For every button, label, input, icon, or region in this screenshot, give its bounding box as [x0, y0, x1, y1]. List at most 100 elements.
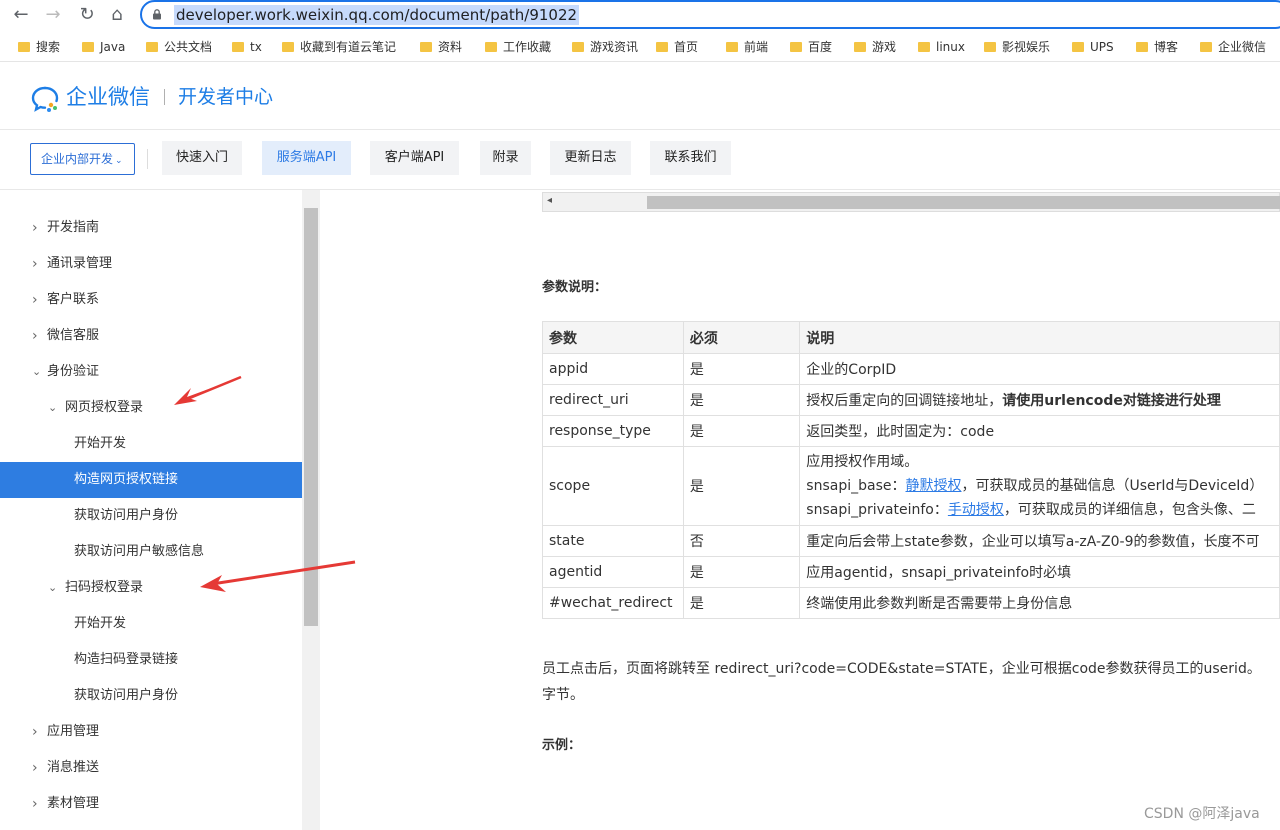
- sidebar-item-label: 构造网页授权链接: [74, 472, 179, 487]
- address-bar[interactable]: developer.work.weixin.qq.com/document/pa…: [140, 0, 1280, 29]
- sidebar-scrollbar-thumb[interactable]: [304, 208, 318, 626]
- scrollbar-thumb[interactable]: [647, 196, 1280, 209]
- bookmark-label: 资料: [438, 40, 463, 54]
- sidebar-item[interactable]: 构造网页授权链接: [0, 462, 302, 498]
- chevron-down-icon[interactable]: ⌄: [48, 570, 58, 606]
- scroll-left-icon[interactable]: ◂: [547, 195, 552, 206]
- bookmark-item[interactable]: 游戏: [854, 38, 896, 56]
- chevron-right-icon[interactable]: ›: [32, 210, 42, 246]
- sidebar-item[interactable]: › 客户联系: [0, 282, 302, 318]
- sidebar-item[interactable]: 获取访问用户敏感信息: [0, 534, 302, 570]
- brand-name[interactable]: 企业微信: [66, 84, 150, 110]
- reload-icon[interactable]: ↻: [76, 4, 98, 26]
- nav-tab[interactable]: 联系我们: [650, 141, 731, 175]
- scope-private-line: snsapi_privateinfo：手动授权，可获取成员的详细信息，包含头像、…: [806, 498, 1273, 522]
- category-dropdown[interactable]: 企业内部开发 ⌄: [30, 143, 135, 175]
- code-block-scrollbar[interactable]: ◂: [542, 192, 1280, 212]
- manual-auth-link[interactable]: 手动授权: [948, 502, 1004, 518]
- lock-icon: [153, 9, 161, 20]
- divider: [147, 149, 148, 169]
- bookmark-item[interactable]: 资料: [420, 38, 462, 56]
- scope-private-prefix: snsapi_privateinfo：: [806, 502, 948, 518]
- bookmark-item[interactable]: 首页: [656, 38, 698, 56]
- example-heading: 示例：: [542, 738, 582, 753]
- redirect-description: 员工点击后，页面将跳转至 redirect_uri?code=CODE&stat…: [542, 656, 1280, 708]
- chevron-down-icon[interactable]: ⌄: [48, 390, 58, 426]
- chevron-right-icon[interactable]: ›: [32, 246, 42, 282]
- bookmark-item[interactable]: 前端: [726, 38, 768, 56]
- chevron-right-icon[interactable]: ›: [32, 318, 42, 354]
- required-cell: 是: [682, 384, 801, 416]
- chevron-right-icon[interactable]: ›: [32, 786, 42, 822]
- sidebar-item[interactable]: 开始开发: [0, 606, 302, 642]
- chevron-right-icon[interactable]: ›: [32, 714, 42, 750]
- sidebar-item[interactable]: › 开发指南: [0, 210, 302, 246]
- bookmark-item[interactable]: 工作收藏: [485, 38, 551, 56]
- sidebar-item[interactable]: ⌄ 网页授权登录: [0, 390, 302, 426]
- table-header-row: 参数 必须 说明: [542, 321, 1280, 354]
- bookmark-item[interactable]: 企业微信: [1200, 38, 1266, 56]
- sidebar-item[interactable]: › 微信客服: [0, 318, 302, 354]
- scope-base-prefix: snsapi_base：: [806, 478, 906, 494]
- nav-tab[interactable]: 客户端API: [370, 141, 459, 175]
- sidebar-item[interactable]: 构造扫码登录链接: [0, 642, 302, 678]
- param-cell: appid: [542, 353, 684, 385]
- nav-tab[interactable]: 更新日志: [550, 141, 631, 175]
- chevron-right-icon[interactable]: ›: [32, 750, 42, 786]
- sidebar-item[interactable]: › 应用管理: [0, 714, 302, 750]
- param-cell: #wechat_redirect: [542, 587, 684, 619]
- sidebar-item[interactable]: › 素材管理: [0, 786, 302, 822]
- folder-icon: [1136, 42, 1148, 52]
- home-icon[interactable]: ⌂: [106, 4, 128, 26]
- table-row: scope 是 应用授权作用域。 snsapi_base：静默授权，可获取成员的…: [542, 446, 1280, 526]
- sidebar-item[interactable]: › 消息推送: [0, 750, 302, 786]
- folder-icon: [726, 42, 738, 52]
- bookmark-item[interactable]: Java: [82, 38, 125, 56]
- bookmark-label: 收藏到有道云笔记: [300, 40, 397, 54]
- chevron-right-icon[interactable]: ›: [32, 282, 42, 318]
- bookmark-label: tx: [250, 40, 262, 54]
- desc-cell: 企业的CorpID: [799, 353, 1280, 385]
- back-icon[interactable]: ←: [10, 4, 32, 26]
- sidebar-item[interactable]: 获取访问用户身份: [0, 498, 302, 534]
- bookmark-item[interactable]: 游戏资讯: [572, 38, 638, 56]
- bookmark-item[interactable]: tx: [232, 38, 262, 56]
- param-cell: scope: [542, 446, 684, 526]
- sidebar-item[interactable]: › 通讯录管理: [0, 246, 302, 282]
- bookmark-item[interactable]: 收藏到有道云笔记: [282, 38, 396, 56]
- bookmark-item[interactable]: 博客: [1136, 38, 1178, 56]
- bookmark-item[interactable]: 公共文档: [146, 38, 212, 56]
- bookmark-item[interactable]: UPS: [1072, 38, 1114, 56]
- sidebar-item-label: 消息推送: [47, 760, 100, 775]
- brand-subtitle[interactable]: 开发者中心: [178, 84, 273, 110]
- nav-tab[interactable]: 服务端API: [262, 141, 351, 175]
- folder-icon: [1200, 42, 1212, 52]
- table-row: #wechat_redirect 是 终端使用此参数判断是否需要带上身份信息: [542, 587, 1280, 619]
- table-row: response_type 是 返回类型，此时固定为：code: [542, 415, 1280, 447]
- bookmark-item[interactable]: linux: [918, 38, 965, 56]
- sidebar-item[interactable]: ⌄ 扫码授权登录: [0, 570, 302, 606]
- nav-tab[interactable]: 快速入门: [162, 141, 242, 175]
- silent-auth-link[interactable]: 静默授权: [906, 478, 962, 494]
- bookmark-item[interactable]: 搜索: [18, 38, 60, 56]
- sidebar-item[interactable]: 获取访问用户身份: [0, 678, 302, 714]
- watermark: CSDN @阿泽java: [1144, 806, 1260, 822]
- forward-icon[interactable]: →: [42, 4, 64, 26]
- sidebar-item[interactable]: ⌄ 身份验证: [0, 354, 302, 390]
- sidebar-item-label: 开始开发: [74, 616, 127, 631]
- bookmark-item[interactable]: 百度: [790, 38, 832, 56]
- nav-tab[interactable]: 附录: [480, 141, 531, 175]
- param-cell: redirect_uri: [542, 384, 684, 416]
- desc-cell: 返回类型，此时固定为：code: [799, 415, 1280, 447]
- required-cell: 是: [682, 353, 801, 385]
- sidebar-item-label: 身份验证: [47, 364, 100, 379]
- sidebar-item-label: 构造扫码登录链接: [74, 652, 179, 667]
- table-row: state 否 重定向后会带上state参数，企业可以填写a-zA-Z0-9的参…: [542, 525, 1280, 557]
- bookmark-item[interactable]: 影视娱乐: [984, 38, 1050, 56]
- sidebar-item-label: 网页授权登录: [65, 400, 144, 415]
- sidebar-item[interactable]: 开始开发: [0, 426, 302, 462]
- bookmark-label: Java: [100, 40, 126, 54]
- chevron-down-icon[interactable]: ⌄: [32, 354, 42, 390]
- sidebar-item-label: 客户联系: [47, 292, 100, 307]
- desc-text: 授权后重定向的回调链接地址，: [806, 393, 1003, 409]
